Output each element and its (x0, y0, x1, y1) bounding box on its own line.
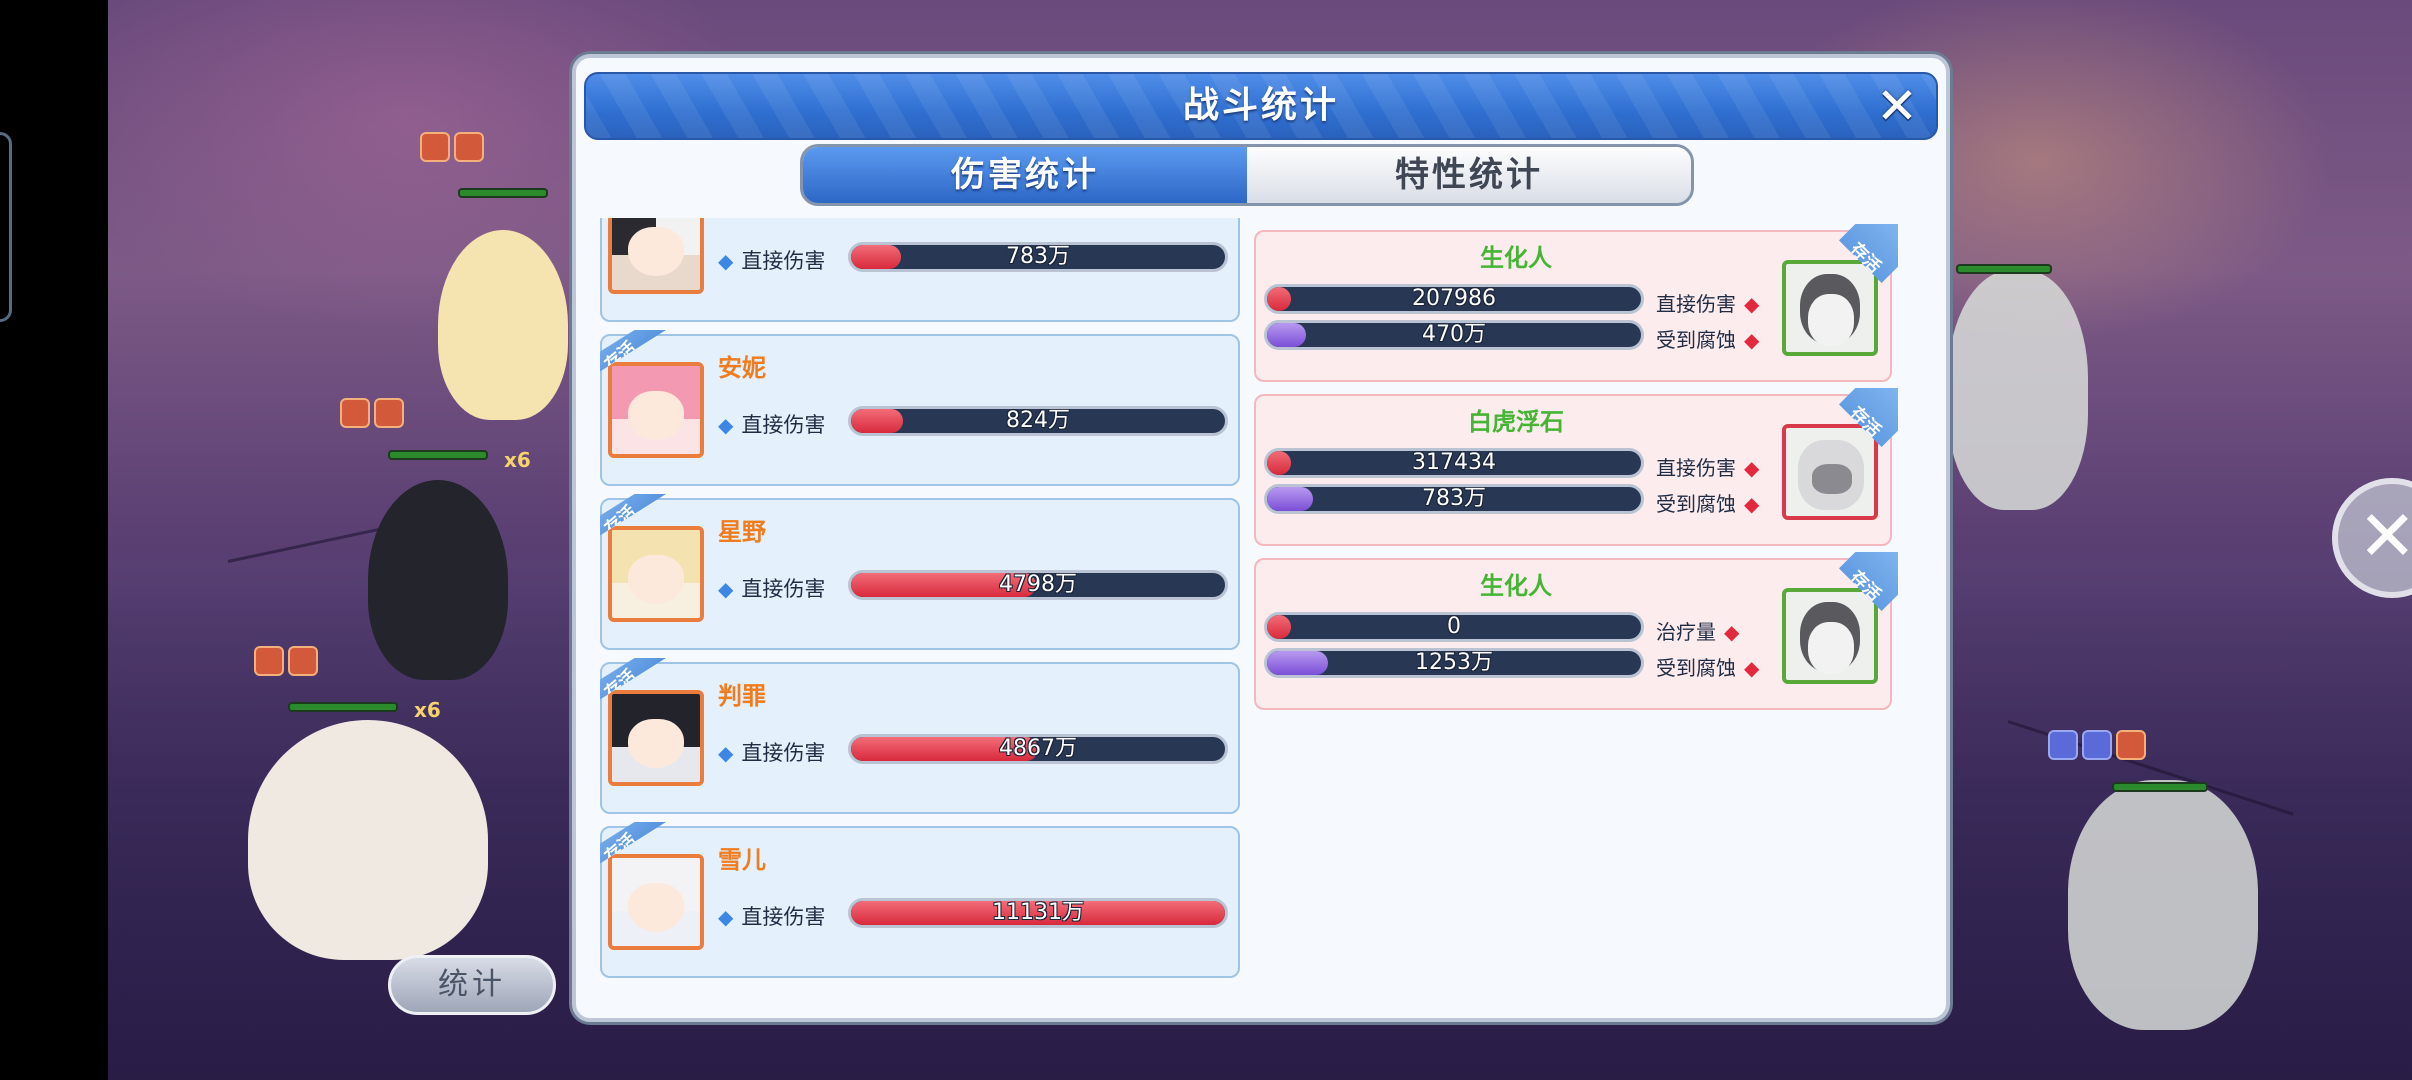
buff-icon (374, 398, 404, 428)
ally-card: 存活 判罪 ◆ 直接伤害 4867万 (600, 658, 1240, 814)
damage-value: 11131万 (992, 900, 1084, 925)
ally-card: 存活 雪儿 ◆ 直接伤害 11131万 (600, 822, 1240, 978)
stat-value: 783万 (1422, 486, 1486, 511)
ally-name: 星野 (718, 518, 766, 546)
ally-card: 存活 星野 ◆ 直接伤害 4798万 (600, 494, 1240, 650)
damage-bar: 11131万 (848, 898, 1228, 928)
debuff-icon (2048, 730, 2078, 760)
stat-label: 治疗量 ◆ (1656, 620, 1740, 644)
blue-diamond-icon: ◆ (718, 741, 734, 765)
ally-portrait (608, 854, 704, 950)
tab-damage-stats[interactable]: 伤害统计 (803, 147, 1247, 203)
enemy-card: 生化人 207986 直接伤害 ◆ 470万 受到腐蚀 ◆ 存活 (1254, 224, 1898, 382)
side-edge-handle[interactable] (0, 132, 12, 322)
panel-title: 战斗统计 (1182, 85, 1339, 126)
ally-character (438, 230, 568, 420)
enemy-name: 生化人 (1480, 572, 1552, 600)
buff-icon (420, 132, 450, 162)
buff-icon (254, 646, 284, 676)
ally-portrait (608, 690, 704, 786)
multiplier-label: x6 (414, 698, 441, 722)
stat-bar: 470万 (1264, 320, 1644, 350)
red-diamond-icon: ◆ (1744, 292, 1760, 316)
ally-hp-bar (458, 188, 548, 198)
stat-label: ◆ 直接伤害 (718, 413, 826, 437)
ally-hp-bar (388, 450, 488, 460)
damage-bar: 4867万 (848, 734, 1228, 764)
battle-stats-panel: 战斗统计 ✕ 伤害统计 特性统计 存活 ◆直接伤害 783万 存活 (572, 54, 1950, 1022)
enemy-name: 白虎浮石 (1468, 408, 1564, 436)
stat-bar: 317434 (1264, 448, 1644, 478)
stats-button[interactable]: 统计 (388, 955, 556, 1015)
debuff-icon (2082, 730, 2112, 760)
stat-bar: 207986 (1264, 284, 1644, 314)
red-diamond-icon: ◆ (1744, 328, 1760, 352)
title-bar: 战斗统计 ✕ (584, 72, 1938, 140)
multiplier-label: x6 (504, 448, 531, 472)
ally-card: 存活 安妮 ◆ 直接伤害 824万 (600, 330, 1240, 486)
stat-label: 受到腐蚀 ◆ (1656, 492, 1760, 516)
ally-portrait (608, 218, 704, 294)
ally-hp-bar (288, 702, 398, 712)
stat-label: ◆ 直接伤害 (718, 741, 826, 765)
enemy-hp-bar (1956, 264, 2052, 274)
ally-character (368, 480, 508, 680)
ally-character (248, 720, 488, 960)
stat-label: ◆ 直接伤害 (718, 577, 826, 601)
stat-value: 1253万 (1415, 650, 1493, 675)
ally-name: 雪儿 (718, 846, 766, 874)
ally-portrait (608, 362, 704, 458)
blue-diamond-icon: ◆ (718, 413, 734, 437)
buff-icon (454, 132, 484, 162)
stat-bar: 1253万 (1264, 648, 1644, 678)
damage-value: 4798万 (999, 572, 1077, 597)
buff-icon (288, 646, 318, 676)
buff-icon (340, 398, 370, 428)
blue-diamond-icon: ◆ (718, 905, 734, 929)
damage-value: 824万 (1006, 408, 1070, 433)
stat-label: 直接伤害 ◆ (1656, 456, 1760, 480)
enemy-hp-bar (2112, 782, 2208, 792)
damage-value: 4867万 (999, 736, 1077, 761)
damage-bar: 783万 (848, 242, 1228, 272)
buff-icon (2116, 730, 2146, 760)
ally-portrait (608, 526, 704, 622)
enemy-card: 白虎浮石 317434 直接伤害 ◆ 783万 受到腐蚀 ◆ 存活 (1254, 388, 1898, 546)
stat-label: 受到腐蚀 ◆ (1656, 656, 1760, 680)
enemy-portrait (1782, 260, 1878, 356)
enemy-character (1948, 270, 2088, 510)
ally-damage-list[interactable]: 存活 ◆直接伤害 783万 存活 安妮 ◆直接伤害 824万 (600, 218, 1240, 1008)
blue-diamond-icon: ◆ (718, 577, 734, 601)
red-diamond-icon: ◆ (1744, 492, 1760, 516)
red-diamond-icon: ◆ (1744, 656, 1760, 680)
enemy-portrait (1782, 424, 1878, 520)
stat-bar: 0 (1264, 612, 1644, 642)
enemy-name: 生化人 (1480, 244, 1552, 272)
stat-bar: 783万 (1264, 484, 1644, 514)
blue-diamond-icon: ◆ (718, 249, 734, 273)
damage-bar: 4798万 (848, 570, 1228, 600)
stat-label: ◆ 直接伤害 (718, 905, 826, 929)
stat-value: 0 (1447, 614, 1461, 639)
close-icon[interactable]: ✕ (1872, 81, 1922, 132)
damage-bar: 824万 (848, 406, 1228, 436)
red-diamond-icon: ◆ (1724, 620, 1740, 644)
tab-trait-stats[interactable]: 特性统计 (1247, 147, 1691, 203)
stats-tabs: 伤害统计 特性统计 (800, 144, 1694, 206)
damage-value: 783万 (1006, 244, 1070, 269)
enemy-card: 生化人 0 治疗量 ◆ 1253万 受到腐蚀 ◆ 存活 (1254, 552, 1898, 710)
stat-value: 470万 (1422, 322, 1486, 347)
stat-value: 207986 (1412, 286, 1496, 311)
ally-name: 判罪 (718, 682, 766, 710)
stat-value: 317434 (1412, 450, 1496, 475)
enemy-character (2068, 780, 2258, 1030)
stat-label: 直接伤害 ◆ (1656, 292, 1760, 316)
enemy-portrait (1782, 588, 1878, 684)
ally-card: 存活 ◆直接伤害 783万 (600, 218, 1240, 322)
stat-label: ◆ 直接伤害 (718, 249, 826, 273)
ally-name: 安妮 (718, 354, 766, 382)
stat-label: 受到腐蚀 ◆ (1656, 328, 1760, 352)
red-diamond-icon: ◆ (1744, 456, 1760, 480)
